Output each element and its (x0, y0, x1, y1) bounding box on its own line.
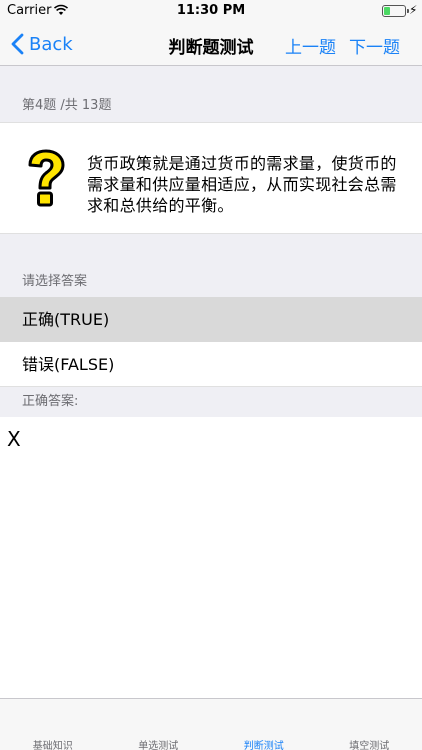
tab-bar: 基础知识 单选测试 判断测试 填空测试 (0, 698, 422, 750)
question-text: 货币政策就是通过货币的需求量，使货币的需求量和供应量相适应，从而实现社会总需求和… (87, 154, 397, 215)
option-true[interactable]: 正确(TRUE) (0, 297, 422, 342)
next-question-button[interactable]: 下一题 (349, 33, 400, 58)
question-card: 货币政策就是通过货币的需求量，使货币的需求量和供应量相适应，从而实现社会总需求和… (0, 122, 422, 234)
battery-icon (382, 5, 409, 17)
correct-answer-header: 正确答案: (22, 394, 79, 409)
tab-fill-blank-test[interactable]: 填空测试 (317, 699, 422, 750)
question-mark-icon (28, 149, 65, 207)
status-time: 11:30 PM (176, 3, 246, 18)
status-bar: Carrier 11:30 PM ⚡ (0, 0, 422, 22)
tab-basic-knowledge[interactable]: 基础知识 (0, 699, 106, 750)
answer-section-header: 请选择答案 (22, 274, 88, 289)
battery-level (384, 7, 390, 15)
correct-answer-value: X (7, 427, 21, 451)
navigation-bar: Back 判断题测试 上一题 下一题 (0, 22, 422, 66)
previous-question-button[interactable]: 上一题 (285, 33, 336, 58)
correct-answer-area: X (0, 417, 422, 698)
charging-bolt-icon: ⚡ (409, 3, 418, 17)
tab-true-false-test[interactable]: 判断测试 (211, 699, 317, 750)
tab-single-choice-test[interactable]: 单选测试 (106, 699, 212, 750)
question-progress: 第4题 /共 13题 (22, 98, 112, 113)
option-false[interactable]: 错误(FALSE) (0, 342, 422, 387)
